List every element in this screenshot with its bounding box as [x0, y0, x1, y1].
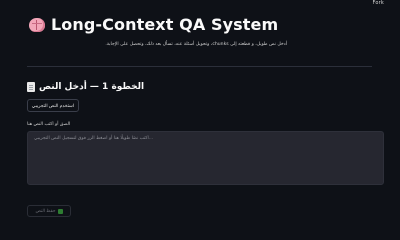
save-text-button[interactable]: حفظ النص [27, 205, 71, 217]
step-header: الخطوة 1 — أدخل النص [27, 82, 144, 92]
step-title: الخطوة 1 — أدخل النص [39, 82, 145, 92]
save-text-label: حفظ النص [35, 208, 56, 213]
text-input-label: الصق أو اكتب النص هنا [27, 122, 71, 127]
text-input-area[interactable]: ...اكتب نصًا طويلًا هنا أو اضغط الزر فوق… [27, 131, 384, 185]
page-title: Long-Context QA System [51, 15, 279, 34]
text-input-placeholder: ...اكتب نصًا طويلًا هنا أو اضغط الزر فوق… [34, 136, 154, 141]
use-sample-text-button[interactable]: استخدم النص التجريبي [27, 99, 79, 112]
document-icon [27, 82, 35, 92]
app-header: Long-Context QA System [29, 15, 278, 34]
page-subtitle: أدخل نص طويل، و قطعته إلى chunks، وتحويل… [105, 42, 287, 47]
divider [27, 66, 372, 67]
brain-icon [29, 17, 45, 32]
top-menu-fork[interactable]: Fork [372, 0, 384, 6]
check-icon [57, 208, 63, 214]
